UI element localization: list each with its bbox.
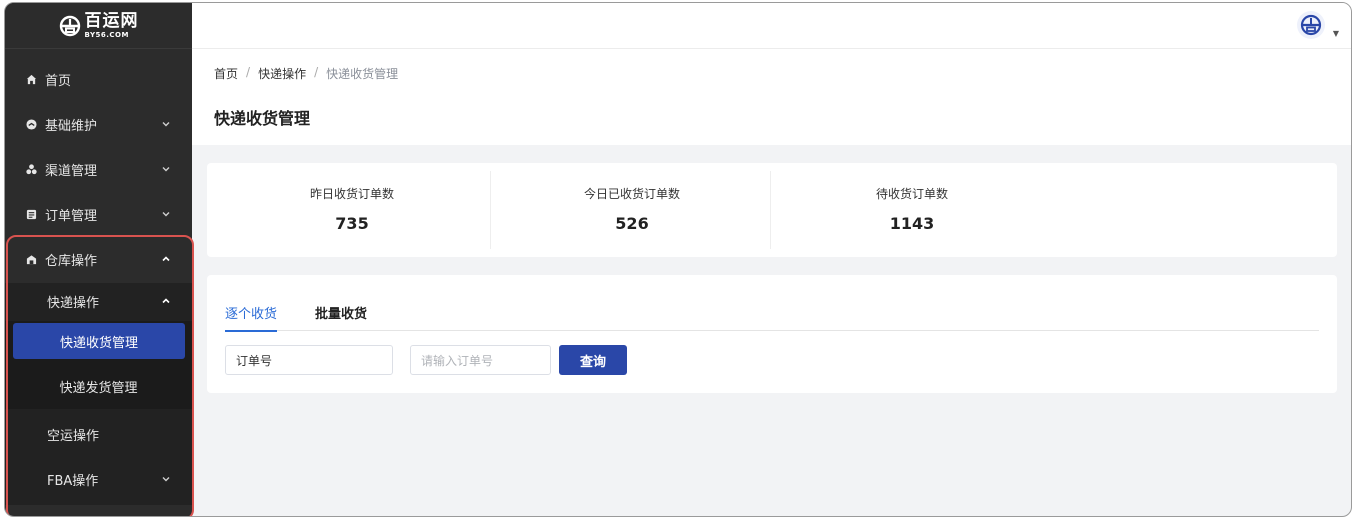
home-icon: [25, 73, 37, 85]
chevron-down-icon: [162, 167, 170, 172]
sidebar-item-label: 空运操作: [47, 428, 100, 444]
brand-logo-icon: [1300, 14, 1322, 36]
list-icon: [25, 208, 37, 220]
search-field-select[interactable]: 订单号: [225, 345, 393, 375]
receive-tabs: 逐个收货 批量收货: [225, 303, 1319, 332]
sidebar-item-express-receive-management[interactable]: 快递收货管理: [13, 323, 185, 359]
gauge-icon: [25, 118, 37, 130]
stat-pending-received: 待收货订单数 1143: [771, 163, 1053, 257]
sidebar-item-label: FBA操作: [47, 473, 99, 489]
sidebar-item-express-ship-management[interactable]: 快递发货管理: [5, 364, 192, 408]
order-number-input[interactable]: 请输入订单号: [410, 345, 551, 375]
breadcrumb-separator: /: [246, 65, 251, 79]
brand-domain: BY56.COM: [84, 30, 129, 39]
sidebar-item-label: 快递收货管理: [59, 335, 138, 351]
breadcrumb-current: 快递收货管理: [326, 67, 399, 81]
stat-value: 526: [615, 214, 649, 233]
breadcrumb: 首页 / 快递操作 / 快递收货管理: [214, 65, 398, 82]
sidebar-item-label: 渠道管理: [45, 163, 98, 179]
brand-logo-icon: [59, 15, 80, 36]
chevron-down-icon: [162, 122, 170, 127]
breadcrumb-home[interactable]: 首页: [214, 65, 238, 82]
sidebar: 百运网 BY56.COM 首页 基础维护 渠道管理 订单管理 仓库操作 快递操作…: [5, 3, 194, 516]
app-window: 百运网 BY56.COM 首页 基础维护 渠道管理 订单管理 仓库操作 快递操作…: [4, 2, 1352, 517]
sidebar-item-basic-maintenance[interactable]: 基础维护: [5, 102, 192, 146]
stat-label: 今日已收货订单数: [583, 187, 680, 201]
chevron-down-icon: [162, 212, 170, 217]
brand-name: 百运网: [84, 10, 139, 31]
stat-value: 735: [335, 214, 369, 233]
logo[interactable]: 百运网 BY56.COM: [5, 3, 192, 49]
receive-form-card: 逐个收货 批量收货 订单号 请输入订单号 查询: [207, 275, 1337, 393]
caret-down-icon[interactable]: ▼: [1333, 29, 1339, 38]
sidebar-item-fba-operations[interactable]: FBA操作: [5, 457, 192, 501]
user-avatar[interactable]: [1297, 11, 1325, 39]
tab-batch-receive[interactable]: 批量收货: [315, 303, 367, 331]
chevron-down-icon: [162, 477, 170, 482]
warehouse-icon: [25, 253, 37, 265]
sidebar-item-home[interactable]: 首页: [5, 57, 192, 101]
breadcrumb-express-operations[interactable]: 快递操作: [258, 65, 306, 82]
page-title: 快递收货管理: [214, 109, 311, 128]
cluster-icon: [25, 163, 37, 175]
sidebar-item-express-operations[interactable]: 快递操作: [5, 279, 192, 323]
page-header: 首页 / 快递操作 / 快递收货管理 快递收货管理: [192, 49, 1351, 145]
sidebar-item-label: 订单管理: [45, 208, 98, 224]
chevron-up-icon: [162, 256, 170, 262]
sidebar-item-label: 基础维护: [45, 118, 98, 134]
stat-value: 1143: [889, 214, 935, 233]
sidebar-item-label: 首页: [45, 73, 72, 89]
stat-label: 待收货订单数: [875, 187, 948, 201]
query-button[interactable]: 查询: [559, 345, 627, 375]
chevron-up-icon: [162, 298, 170, 304]
sidebar-item-air-operations[interactable]: 空运操作: [5, 412, 192, 456]
sidebar-item-channel-management[interactable]: 渠道管理: [5, 147, 192, 191]
tab-single-receive[interactable]: 逐个收货: [225, 303, 278, 332]
sidebar-item-order-management[interactable]: 订单管理: [5, 192, 192, 236]
stat-today-received: 今日已收货订单数 526: [491, 163, 773, 257]
breadcrumb-separator: /: [314, 65, 319, 79]
top-bar: ▼: [192, 3, 1351, 49]
sidebar-item-warehouse-operations[interactable]: 仓库操作: [5, 237, 192, 281]
sidebar-item-label: 快递操作: [47, 295, 100, 311]
sidebar-item-label: 仓库操作: [45, 253, 98, 269]
stats-card: 昨日收货订单数 735 今日已收货订单数 526 待收货订单数 1143: [207, 163, 1337, 257]
sidebar-item-label: 快递发货管理: [59, 380, 138, 396]
stat-label: 昨日收货订单数: [309, 187, 394, 201]
stat-yesterday-received: 昨日收货订单数 735: [211, 163, 493, 257]
